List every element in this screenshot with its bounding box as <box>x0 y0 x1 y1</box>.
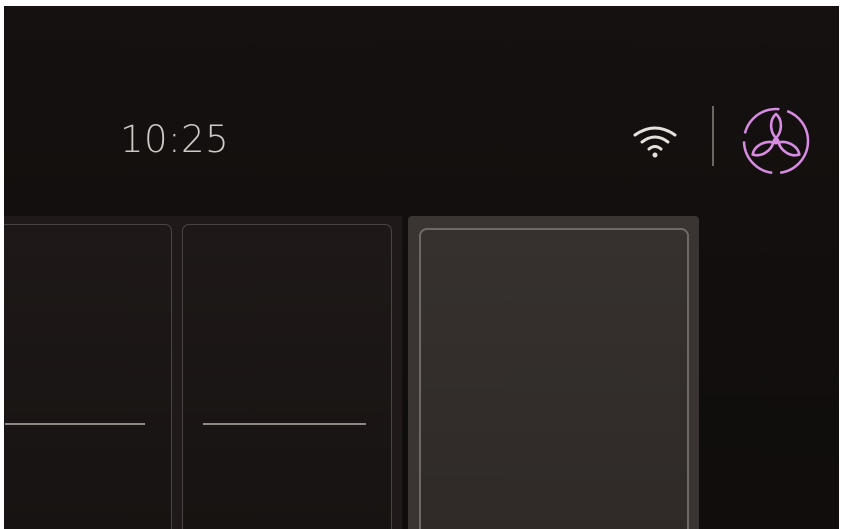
wifi-icon <box>633 126 677 158</box>
card-divider-line <box>5 423 145 425</box>
clock-time: 10:25 <box>120 118 230 161</box>
card-2[interactable] <box>182 224 392 529</box>
card-1[interactable] <box>4 224 172 529</box>
fan-icon[interactable] <box>737 102 815 180</box>
status-divider <box>712 106 714 166</box>
card-3-selected[interactable] <box>419 228 689 529</box>
screen: 10:25 <box>0 0 843 529</box>
card-divider-line <box>203 423 366 425</box>
device-display: 10:25 <box>4 6 839 529</box>
